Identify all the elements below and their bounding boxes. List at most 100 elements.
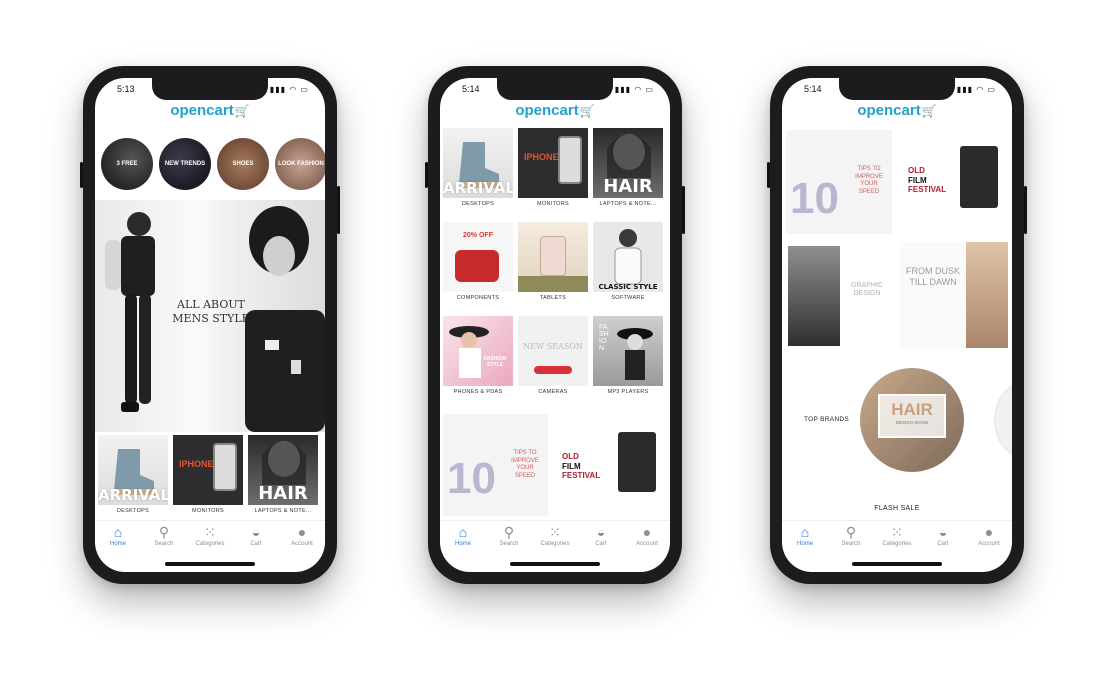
tab-label: Search xyxy=(499,541,519,547)
tab-cart[interactable]: ◒ Cart xyxy=(921,524,965,554)
camera-image xyxy=(960,146,998,208)
tab-categories[interactable]: ⁙ Categories xyxy=(875,524,919,554)
cart-logo-icon: 🛒 xyxy=(234,104,250,118)
tab-label: Home xyxy=(454,541,471,547)
tab-label: Categories xyxy=(882,541,912,547)
opencart-logo[interactable]: opencart🛒 xyxy=(782,102,1012,119)
promo-dusk-till-dawn[interactable]: FROM DUSK TILL DAWN xyxy=(900,242,1008,348)
tab-account[interactable]: ● Account xyxy=(967,524,1011,554)
tab-home[interactable]: ⌂ Home xyxy=(441,524,485,554)
clock: 5:13 xyxy=(117,84,135,94)
brand-subtitle: DESIGN SHOW xyxy=(895,420,929,425)
category-desktops[interactable]: ARRIVAL DESKTOPS xyxy=(443,128,513,207)
category-grid-row-2: 20% OFF COMPONENTS TABLETS CLASSIC STYLE… xyxy=(443,222,663,301)
promo-text: TIPS TO IMPROVE YOUR SPEED xyxy=(855,166,883,195)
promo-film-festival[interactable]: OLD FILM FESTIVAL xyxy=(556,414,666,516)
tile-caption: SOFTWARE xyxy=(611,295,645,301)
category-cameras[interactable]: NEW SEASON CAMERAS xyxy=(518,316,588,395)
tab-categories[interactable]: ⁙ Categories xyxy=(533,524,577,554)
promo-tips[interactable]: 10 TIPS TO IMPROVE YOUR SPEED xyxy=(786,130,892,234)
circle-label: 3 FREE xyxy=(116,160,138,167)
tile-caption: LAPTOPS & NOTE... xyxy=(254,508,312,514)
category-phones[interactable]: FASHION STYLE PHONES & PDAS xyxy=(443,316,513,395)
tile-big-text: HAIR xyxy=(603,176,653,197)
hero-banner[interactable]: ALL ABOUT MENS STYLE xyxy=(95,200,325,432)
promo-line: FESTIVAL xyxy=(908,185,947,195)
notch xyxy=(497,78,613,100)
tile-caption: LAPTOPS & NOTE... xyxy=(599,201,657,207)
tab-search[interactable]: ⚲ Search xyxy=(142,524,186,554)
home-icon: ⌂ xyxy=(458,524,468,540)
basket-icon: ◒ xyxy=(938,524,948,540)
tab-home[interactable]: ⌂ Home xyxy=(96,524,140,554)
man-image xyxy=(614,229,642,285)
tab-label: Account xyxy=(636,541,658,547)
tab-cart[interactable]: ◒ Cart xyxy=(234,524,278,554)
camera-image xyxy=(618,432,656,492)
tab-account[interactable]: ● Account xyxy=(625,524,669,554)
tile-big-text: IPHONE xyxy=(179,459,214,469)
brand-circle-hair[interactable]: HAIR DESIGN SHOW xyxy=(860,368,964,472)
tab-categories[interactable]: ⁙ Categories xyxy=(188,524,232,554)
category-desktops[interactable]: ARRIVAL DESKTOPS xyxy=(98,435,168,514)
home-icon: ⌂ xyxy=(800,524,810,540)
category-mp3[interactable]: FASHION MP3 PLAYERS xyxy=(593,316,663,395)
tile-big-text: CLASSIC STYLE xyxy=(598,283,658,291)
category-laptops[interactable]: HAIR LAPTOPS & NOTE... xyxy=(593,128,663,207)
category-laptops[interactable]: HAIR LAPTOPS & NOTE... xyxy=(248,435,318,514)
tile-big-text: ARRIVAL xyxy=(443,179,513,197)
category-grid-row-3: FASHION STYLE PHONES & PDAS NEW SEASON C… xyxy=(443,316,663,395)
tab-cart[interactable]: ◒ Cart xyxy=(579,524,623,554)
category-monitors[interactable]: IPHONE MONITORS xyxy=(518,128,588,207)
promo-line: OLD xyxy=(908,166,925,175)
tile-big-text: 20% OFF xyxy=(463,232,493,239)
tab-label: Home xyxy=(109,541,126,547)
opencart-logo[interactable]: opencart🛒 xyxy=(95,102,325,119)
handbag-image xyxy=(455,250,499,282)
top-brands-section: TOP BRANDS HAIR DESIGN SHOW xyxy=(782,368,1012,478)
tile-big-text: FASHION STYLE xyxy=(483,356,507,368)
promo-film-festival[interactable]: OLD FILM FESTIVAL xyxy=(900,130,1008,234)
promo-number: 10 xyxy=(447,454,496,503)
grid-icon: ⁙ xyxy=(891,524,903,540)
tab-label: Cart xyxy=(595,541,607,547)
phone-image xyxy=(558,136,582,184)
logo-text: opencart xyxy=(515,102,579,119)
tab-label: Account xyxy=(291,541,313,547)
circle-look-fashion[interactable]: LOOK FASHION xyxy=(275,138,325,190)
category-software[interactable]: CLASSIC STYLE SOFTWARE xyxy=(593,222,663,301)
promo-text: GRAPHIC DESIGN xyxy=(851,282,883,298)
tile-caption: DESKTOPS xyxy=(461,201,495,207)
promo-line: FESTIVAL xyxy=(562,471,601,481)
basket-icon: ◒ xyxy=(596,524,606,540)
circle-promo-free[interactable]: 3 FREE xyxy=(101,138,153,190)
phone-1: 5:13 ▮▮▮ ◠ ▭ opencart🛒 3 FREE NEW TRENDS… xyxy=(80,66,340,584)
circle-shoes[interactable]: SHOES xyxy=(217,138,269,190)
brand-circle-next[interactable] xyxy=(994,380,1012,460)
promo-graphic-design[interactable]: GRAPHIC DESIGN xyxy=(786,242,892,348)
home-indicator[interactable] xyxy=(852,562,942,566)
tab-label: Categories xyxy=(195,541,225,547)
tile-big-text: IPHONE xyxy=(524,152,559,162)
perfume-image xyxy=(540,236,566,276)
tab-search[interactable]: ⚲ Search xyxy=(829,524,873,554)
logo-text: opencart xyxy=(857,102,921,119)
tab-account[interactable]: ● Account xyxy=(280,524,324,554)
circle-new-trends[interactable]: NEW TRENDS xyxy=(159,138,211,190)
tab-home[interactable]: ⌂ Home xyxy=(783,524,827,554)
category-components[interactable]: 20% OFF COMPONENTS xyxy=(443,222,513,301)
opencart-logo[interactable]: opencart🛒 xyxy=(440,102,670,119)
promo-line: FILM xyxy=(908,175,927,185)
home-icon: ⌂ xyxy=(113,524,123,540)
story-circles: 3 FREE NEW TRENDS SHOES LOOK FASHION xyxy=(101,138,325,192)
home-indicator[interactable] xyxy=(165,562,255,566)
home-indicator[interactable] xyxy=(510,562,600,566)
search-icon: ⚲ xyxy=(503,524,515,540)
tab-search[interactable]: ⚲ Search xyxy=(487,524,531,554)
category-monitors[interactable]: IPHONE MONITORS xyxy=(173,435,243,514)
phone-3-screen: 5:14 ▮▮▮ ◠ ▭ opencart🛒 10 TIPS TO IMPROV… xyxy=(782,78,1012,572)
category-tablets[interactable]: TABLETS xyxy=(518,222,588,301)
phone-2-screen: 5:14 ▮▮▮ ◠ ▭ opencart🛒 ARRIVAL DESKTOPS xyxy=(440,78,670,572)
promo-tips[interactable]: 10 TIPS TO IMPROVE YOUR SPEED xyxy=(443,414,548,516)
woman-hat-image xyxy=(449,326,489,378)
